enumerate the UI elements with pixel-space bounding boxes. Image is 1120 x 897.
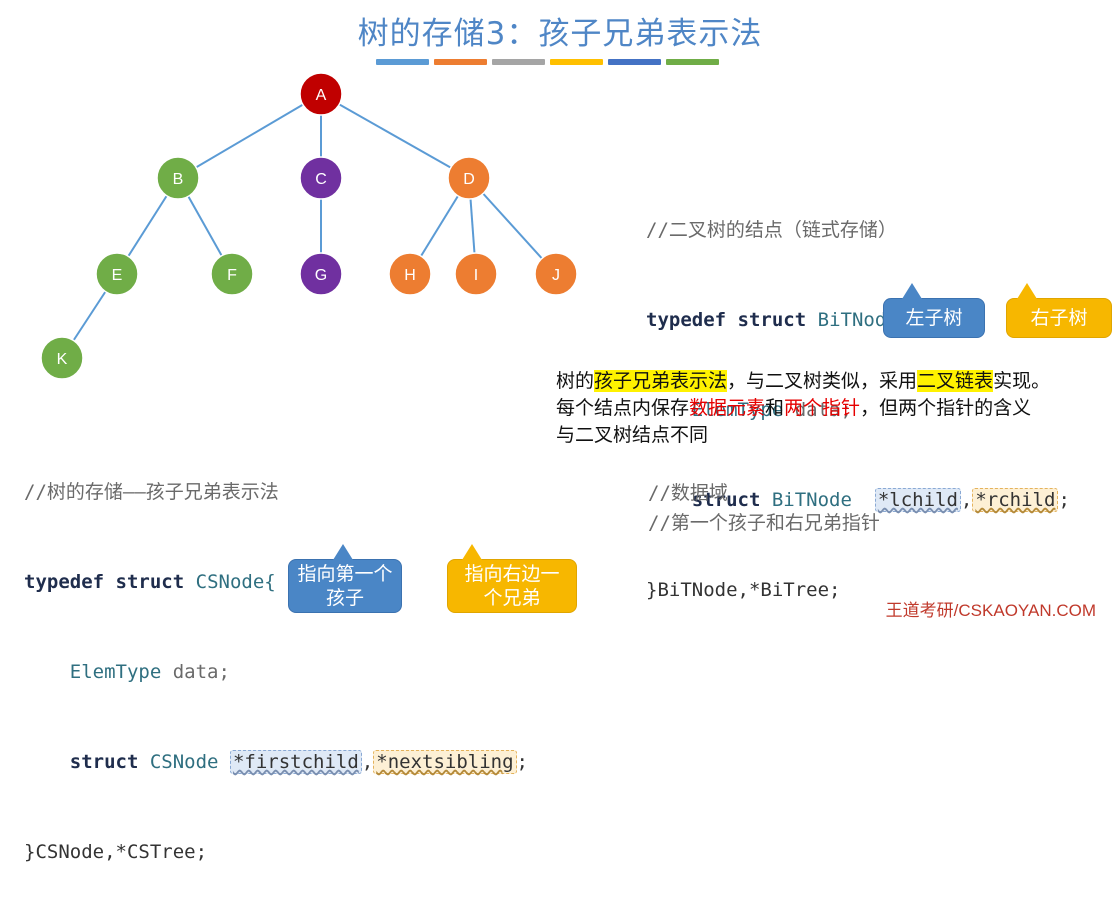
tree-node-C: C bbox=[299, 156, 343, 200]
desc-text: ，与二叉树类似，采用 bbox=[727, 370, 918, 392]
callout-text: 指向右边一个兄弟 bbox=[464, 563, 560, 609]
comma: , bbox=[960, 489, 973, 511]
tree-node-E: E bbox=[95, 252, 139, 296]
kw-typedef: typedef bbox=[646, 309, 727, 331]
tree-node-label: I bbox=[474, 267, 478, 284]
nextsibling-field: *nextsibling bbox=[373, 750, 517, 774]
data-comment: //数据域 bbox=[648, 482, 728, 504]
cstree-code-block: //树的存储——孩子兄弟表示法 typedef struct CSNode{ E… bbox=[24, 417, 528, 897]
semicolon: ; bbox=[516, 751, 528, 773]
tree-node-label: E bbox=[112, 267, 123, 284]
bitree-comment: //二叉树的结点（链式存储） bbox=[646, 219, 897, 241]
tree-node-label: G bbox=[315, 267, 327, 284]
desc-red: 两个指针 bbox=[784, 397, 861, 419]
callout-tail bbox=[333, 544, 353, 560]
tree-edge-A-B bbox=[177, 93, 322, 179]
struct-end: }BiTNode,*BiTree; bbox=[646, 579, 841, 601]
struct-end: }CSNode,*CSTree; bbox=[24, 841, 208, 863]
tree-node-label: J bbox=[552, 267, 560, 284]
tree-node-G: G bbox=[299, 252, 343, 296]
rchild-field: *rchild bbox=[972, 488, 1059, 512]
footer-brand: 王道考研/CSKAOYAN.COM bbox=[885, 601, 1096, 620]
tree-node-B: B bbox=[156, 156, 200, 200]
tree-node-label: K bbox=[57, 351, 68, 368]
desc-text: ，但两个指针的含义 bbox=[860, 397, 1032, 419]
tree-node-label: H bbox=[404, 267, 416, 284]
desc-text: 树的 bbox=[556, 370, 595, 392]
tree-node-I: I bbox=[454, 252, 498, 296]
elemtype: ElemType bbox=[69, 661, 162, 683]
kw-struct: struct bbox=[115, 571, 185, 593]
description: 树的孩子兄弟表示法，与二叉树类似，采用二叉链表实现。 每个结点内保存数据元素和两… bbox=[556, 368, 1116, 449]
tree-node-label: C bbox=[315, 171, 327, 188]
pointers-comment: //第一个孩子和右兄弟指针 bbox=[648, 512, 880, 534]
left-subtree-callout: 左子树 bbox=[883, 283, 985, 338]
first-child-callout: 指向第一个孩子 bbox=[288, 544, 402, 613]
tree-node-label: B bbox=[173, 171, 184, 188]
desc-text: 和 bbox=[765, 397, 785, 419]
tree-node-K: K bbox=[40, 336, 84, 380]
desc-highlight: 孩子兄弟表示法 bbox=[594, 370, 728, 392]
struct-type: CSNode bbox=[149, 751, 219, 773]
data-field: data; bbox=[172, 661, 230, 683]
callout-tail bbox=[1017, 283, 1037, 299]
callout-text: 右子树 bbox=[1030, 307, 1088, 329]
callout-text: 指向第一个孩子 bbox=[297, 563, 393, 609]
tree-node-D: D bbox=[447, 156, 491, 200]
tree-node-F: F bbox=[210, 252, 254, 296]
desc-highlight: 二叉链表 bbox=[917, 370, 994, 392]
firstchild-field: *firstchild bbox=[229, 750, 362, 774]
tree-node-label: D bbox=[463, 171, 475, 188]
kw-typedef: typedef bbox=[24, 571, 105, 593]
struct-name: CSNode{ bbox=[195, 571, 276, 593]
kw-struct: struct bbox=[737, 309, 807, 331]
tree-node-label: F bbox=[227, 267, 237, 284]
next-sibling-callout: 指向右边一个兄弟 bbox=[447, 544, 577, 613]
desc-text: 实现。 bbox=[993, 370, 1051, 392]
comma: , bbox=[361, 751, 374, 773]
desc-text: 与二叉树结点不同 bbox=[556, 424, 709, 446]
side-comments: //数据域 //第一个孩子和右兄弟指针 bbox=[648, 478, 880, 538]
lchild-field: *lchild bbox=[874, 488, 961, 512]
tree-node-A: A bbox=[299, 72, 343, 116]
tree-node-J: J bbox=[534, 252, 578, 296]
right-subtree-callout: 右子树 bbox=[1006, 283, 1112, 338]
tree-node-label: A bbox=[316, 87, 327, 104]
cstree-comment: //树的存储——孩子兄弟表示法 bbox=[24, 481, 279, 503]
kw-struct-2: struct bbox=[69, 751, 139, 773]
callout-tail bbox=[902, 283, 922, 299]
callout-text: 左子树 bbox=[905, 307, 963, 329]
tree-node-H: H bbox=[388, 252, 432, 296]
callout-tail bbox=[462, 544, 482, 560]
tree-edge-A-D bbox=[320, 93, 470, 179]
semicolon: ; bbox=[1058, 489, 1070, 511]
desc-red: 数据元素 bbox=[689, 397, 766, 419]
desc-text: 每个结点内保存 bbox=[556, 397, 690, 419]
